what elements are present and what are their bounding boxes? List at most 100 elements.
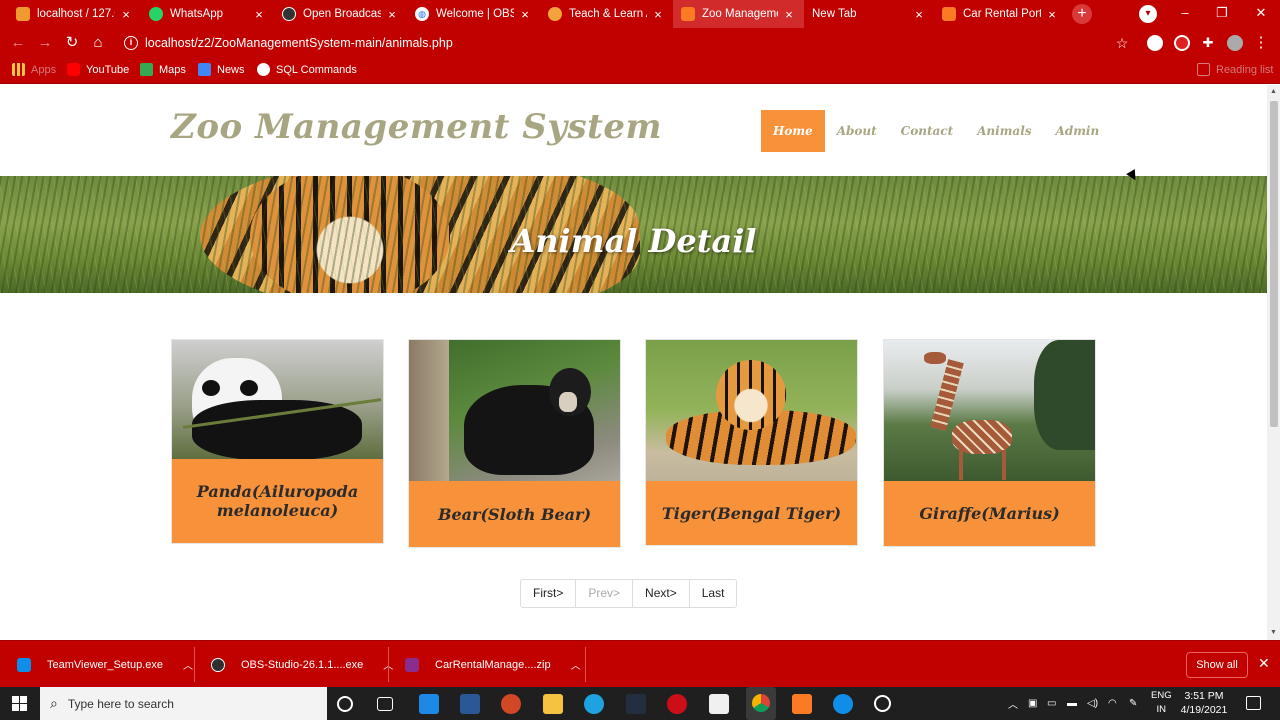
nav-contact[interactable]: Contact	[889, 110, 965, 152]
browser-tab[interactable]: Car Rental Portal ×	[934, 0, 1067, 28]
scroll-down-icon[interactable]: ▼	[1267, 626, 1280, 640]
back-arrow-icon[interactable]: ←	[9, 34, 27, 52]
close-icon[interactable]: ×	[1045, 7, 1059, 22]
profile-avatar-icon[interactable]	[1227, 35, 1243, 51]
search-placeholder: Type here to search	[67, 696, 174, 711]
scroll-thumb[interactable]	[1270, 101, 1278, 427]
reading-list-label: Reading list	[1216, 63, 1274, 76]
wifi-icon[interactable]: ◠	[1108, 687, 1117, 720]
xampp-icon[interactable]	[792, 694, 812, 714]
file-explorer-icon[interactable]	[543, 694, 563, 714]
taskbar-search-box[interactable]: ⌕ Type here to search	[40, 687, 327, 720]
divider	[585, 647, 586, 682]
tab-search-icon[interactable]: ▾	[1139, 5, 1157, 23]
first-page-button[interactable]: First>	[521, 580, 575, 607]
extension-icon[interactable]	[1147, 35, 1163, 51]
task-view-icon[interactable]	[377, 697, 393, 711]
site-title[interactable]: Zoo Management System	[171, 107, 662, 147]
prev-page-button[interactable]: Prev>	[575, 580, 632, 607]
url-field[interactable]: localhost/z2/ZooManagementSystem-main/an…	[145, 36, 453, 50]
close-icon[interactable]: ×	[252, 7, 266, 22]
chevron-up-icon[interactable]: ︿	[183, 657, 193, 672]
system-clock[interactable]: 3:51 PM 4/19/2021	[1180, 689, 1228, 717]
bookmark-label: News	[217, 63, 245, 76]
more-menu-icon[interactable]: ⋮	[1252, 34, 1270, 52]
animal-card-panda[interactable]: Panda(Ailuropoda melanoleuca)	[171, 339, 384, 544]
nav-about[interactable]: About	[825, 110, 889, 152]
close-icon[interactable]: ✕	[1258, 655, 1270, 672]
page-scrollbar[interactable]: ▲ ▼	[1267, 85, 1280, 640]
tray-app-icon[interactable]: ▣	[1028, 687, 1037, 720]
tray-monitor-icon[interactable]: ▭	[1047, 687, 1056, 720]
chevron-up-icon[interactable]: ︿	[1008, 687, 1018, 720]
powerpoint-icon[interactable]	[501, 694, 521, 714]
show-all-downloads-button[interactable]: Show all	[1186, 652, 1248, 678]
volume-icon[interactable]: ◁)	[1087, 687, 1098, 720]
window-close-icon[interactable]: ✕	[1242, 0, 1280, 28]
mail-icon[interactable]	[419, 694, 439, 714]
browser-tab[interactable]: New Tab ×	[804, 0, 934, 28]
close-icon[interactable]: ×	[385, 7, 399, 22]
close-icon[interactable]: ×	[119, 7, 133, 22]
download-item[interactable]: TeamViewer_Setup.exe ︿	[17, 641, 193, 688]
browser-tab-active[interactable]: Zoo Management ×	[673, 0, 804, 28]
close-icon[interactable]: ×	[912, 7, 926, 22]
browser-tab[interactable]: localhost / 127.0.0 ×	[8, 0, 141, 28]
download-item[interactable]: CarRentalManage....zip ︿	[405, 641, 581, 688]
animal-name: Giraffe(Marius)	[884, 481, 1095, 546]
teamviewer-icon[interactable]	[833, 694, 853, 714]
nav-admin[interactable]: Admin	[1044, 110, 1112, 152]
bookmark-star-icon[interactable]: ☆	[1113, 34, 1131, 52]
extension-icon[interactable]	[1174, 35, 1190, 51]
obs-icon[interactable]	[874, 695, 891, 712]
next-page-button[interactable]: Next>	[632, 580, 689, 607]
bookmark-maps[interactable]: Maps	[140, 63, 186, 76]
prime-video-icon[interactable]	[626, 694, 646, 714]
input-language[interactable]: ENG IN	[1151, 689, 1172, 717]
search-icon: ⌕	[50, 695, 58, 711]
edge-icon[interactable]	[584, 694, 604, 714]
browser-tab[interactable]: WhatsApp ×	[141, 0, 274, 28]
bookmark-news[interactable]: News	[198, 63, 245, 76]
nav-animals[interactable]: Animals	[965, 110, 1043, 152]
chrome-taskbar-slot[interactable]	[746, 687, 776, 720]
close-icon[interactable]: ×	[651, 7, 665, 22]
animal-card-tiger[interactable]: Tiger(Bengal Tiger)	[645, 339, 858, 546]
browser-tab[interactable]: Teach & Learn An ×	[540, 0, 673, 28]
bookmark-youtube[interactable]: YouTube	[67, 63, 129, 76]
animal-name: Bear(Sloth Bear)	[409, 481, 620, 547]
animal-card-bear[interactable]: Bear(Sloth Bear)	[408, 339, 621, 548]
opera-icon[interactable]	[667, 694, 687, 714]
close-icon[interactable]: ×	[782, 7, 796, 22]
bookmark-sql-commands[interactable]: SQL Commands	[257, 63, 357, 76]
download-item[interactable]: OBS-Studio-26.1.1....exe ︿	[211, 641, 393, 688]
windows-start-icon[interactable]	[12, 696, 27, 711]
close-icon[interactable]: ×	[518, 7, 532, 22]
obs-icon	[211, 657, 225, 672]
winrar-icon	[405, 657, 419, 672]
chevron-up-icon[interactable]: ︿	[571, 657, 581, 672]
nav-home[interactable]: Home	[761, 110, 825, 152]
maximize-icon[interactable]: ❐	[1203, 0, 1241, 28]
teamviewer-icon	[17, 657, 31, 672]
reload-icon[interactable]: ↻	[63, 34, 81, 52]
browser-tab[interactable]: Open Broadcaster ×	[274, 0, 407, 28]
reading-list[interactable]: Reading list	[1197, 63, 1273, 76]
browser-tab[interactable]: ◍ Welcome | OBS ×	[407, 0, 540, 28]
puzzle-extensions-icon[interactable]: ✚	[1199, 34, 1217, 52]
scroll-up-icon[interactable]: ▲	[1267, 85, 1280, 99]
bookmark-apps[interactable]: Apps	[12, 63, 56, 76]
home-icon[interactable]: ⌂	[89, 34, 107, 52]
minimize-icon[interactable]: –	[1166, 0, 1204, 28]
store-icon[interactable]	[460, 694, 480, 714]
forward-arrow-icon[interactable]: →	[36, 34, 54, 52]
new-tab-button[interactable]: +	[1072, 4, 1092, 24]
pen-icon[interactable]: ✎	[1129, 687, 1137, 720]
battery-icon[interactable]: ▬	[1067, 687, 1077, 720]
notepad-icon[interactable]	[709, 694, 729, 714]
animal-card-giraffe[interactable]: Giraffe(Marius)	[883, 339, 1096, 547]
site-info-icon[interactable]: i	[124, 36, 138, 50]
notification-icon[interactable]	[1246, 696, 1261, 710]
cortana-icon[interactable]	[337, 696, 353, 712]
last-page-button[interactable]: Last	[688, 580, 737, 607]
